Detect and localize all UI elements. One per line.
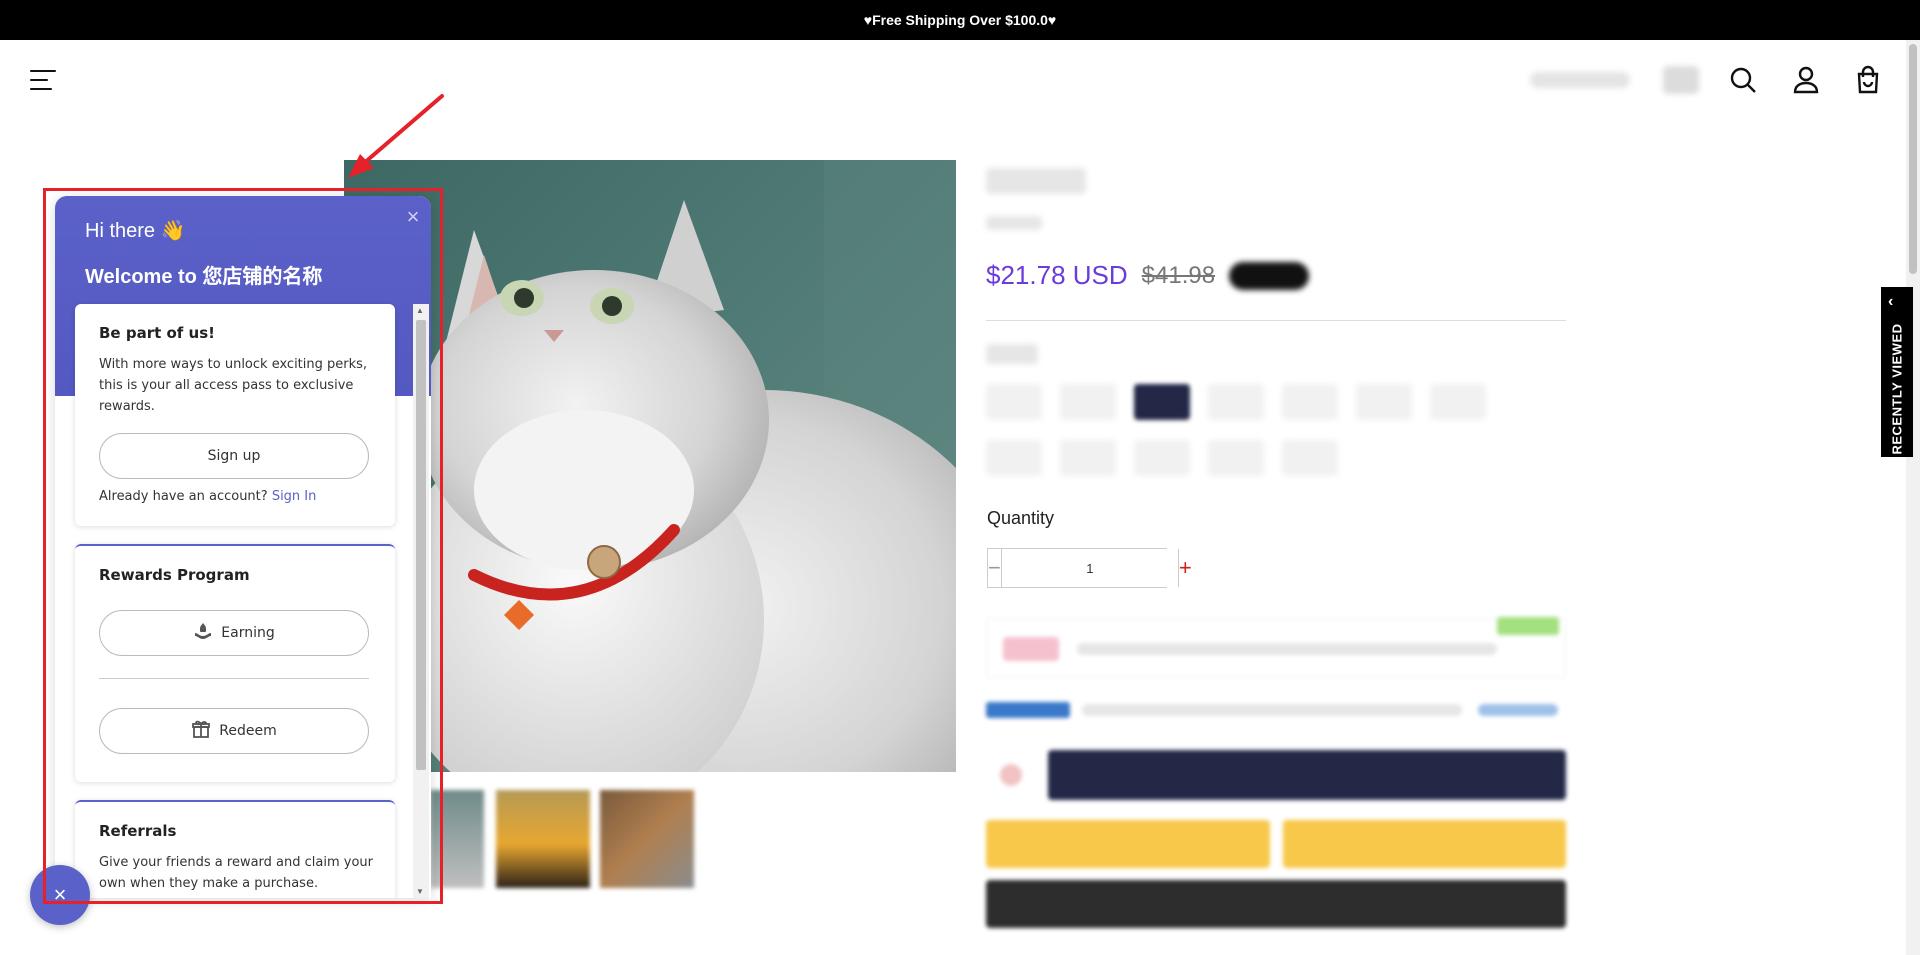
thumbnail-3[interactable] <box>600 790 694 888</box>
join-card: Be part of us! With more ways to unlock … <box>75 304 395 526</box>
thumbnail-2[interactable] <box>496 790 590 888</box>
checkout-button[interactable] <box>986 880 1566 928</box>
sign-in-link[interactable]: Sign In <box>272 489 317 504</box>
size-option[interactable] <box>1060 440 1116 476</box>
size-option[interactable] <box>1134 440 1190 476</box>
size-option[interactable] <box>986 384 1042 420</box>
account-icon[interactable] <box>1789 63 1823 97</box>
close-icon: × <box>53 882 67 907</box>
page-scrollbar[interactable] <box>1906 40 1920 955</box>
sign-in-prompt-text: Already have an account? <box>99 489 268 504</box>
size-option[interactable] <box>1208 384 1264 420</box>
widget-greeting: Hi there 👋 <box>85 220 186 242</box>
gift-icon <box>191 719 211 743</box>
price-divider <box>986 320 1566 321</box>
product-vendor <box>986 216 1042 230</box>
redeem-label: Redeem <box>219 723 277 739</box>
wishlist-button[interactable] <box>986 750 1034 800</box>
cat-photo <box>384 160 956 772</box>
size-option[interactable] <box>1282 440 1338 476</box>
join-card-description: With more ways to unlock exciting perks,… <box>99 357 368 414</box>
recently-viewed-label: RECENTLY VIEWED <box>1889 323 1905 455</box>
recently-viewed-tab[interactable]: ‹ RECENTLY VIEWED <box>1881 287 1913 457</box>
size-option[interactable] <box>1060 384 1116 420</box>
announcement-bar: ♥Free Shipping Over $100.0♥ <box>0 0 1920 40</box>
scroll-down-icon[interactable]: ▼ <box>416 887 424 896</box>
thumbnail-1[interactable] <box>430 790 484 888</box>
cart-icon[interactable] <box>1851 63 1885 97</box>
add-to-cart-button[interactable] <box>1048 750 1566 800</box>
quantity-decrease-button[interactable]: − <box>988 549 1002 587</box>
earning-icon <box>193 621 213 645</box>
size-option[interactable] <box>1282 384 1338 420</box>
rewards-widget: Hi there 👋 Welcome to 您店铺的名称 × ▲ ▼ Be pa… <box>55 196 431 898</box>
size-option[interactable] <box>1356 384 1412 420</box>
referrals-title: Referrals <box>99 822 177 840</box>
paypal-button[interactable] <box>986 820 1270 868</box>
search-icon[interactable] <box>1726 63 1760 97</box>
installment-banner <box>986 617 1566 678</box>
widget-welcome: Welcome to 您店铺的名称 <box>85 266 323 288</box>
join-card-title: Be part of us! <box>99 324 215 342</box>
paypal-pay-later <box>986 698 1566 722</box>
page-scrollbar-thumb[interactable] <box>1909 44 1917 274</box>
scroll-up-icon[interactable]: ▲ <box>416 306 424 315</box>
language-selector[interactable] <box>1663 66 1699 94</box>
referrals-description: Give your friends a reward and claim you… <box>99 855 374 891</box>
size-option[interactable] <box>1208 440 1264 476</box>
quantity-input[interactable] <box>1001 549 1178 587</box>
rewards-program-card: Rewards Program Earning Redeem <box>75 544 395 782</box>
option-label <box>986 344 1038 364</box>
sign-up-label: Sign up <box>207 448 261 464</box>
redeem-button[interactable]: Redeem <box>99 708 369 754</box>
site-header <box>0 40 1906 120</box>
chevron-left-icon: ‹ <box>1888 293 1894 310</box>
annotation-arrow-icon <box>348 94 444 178</box>
sale-badge <box>1229 261 1310 290</box>
compare-price: $41.98 <box>1141 261 1216 289</box>
sale-price: $21.78 USD <box>986 260 1128 290</box>
sign-in-prompt: Already have an account? Sign In <box>99 489 316 504</box>
pay-later-button[interactable] <box>1283 820 1566 868</box>
referrals-card: Referrals Give your friends a reward and… <box>75 800 395 898</box>
widget-scrollbar[interactable]: ▲ ▼ <box>413 304 429 898</box>
widget-close-button[interactable]: × <box>402 206 424 228</box>
size-option-selected[interactable] <box>1134 384 1190 420</box>
rewards-divider <box>99 678 369 679</box>
announcement-text: ♥Free Shipping Over $100.0♥ <box>863 12 1057 28</box>
product-main-image[interactable] <box>344 160 956 772</box>
size-option[interactable] <box>986 440 1042 476</box>
size-option[interactable] <box>1430 384 1486 420</box>
price-row: $21.78 USD $41.98 <box>986 260 1310 291</box>
quantity-label: Quantity <box>987 508 1055 528</box>
menu-icon[interactable] <box>30 70 56 90</box>
sign-up-button[interactable]: Sign up <box>99 433 369 479</box>
earning-button[interactable]: Earning <box>99 610 369 656</box>
quantity-stepper: − + <box>987 548 1192 588</box>
earning-label: Earning <box>221 625 275 641</box>
product-title <box>986 168 1086 194</box>
quantity-increase-button[interactable]: + <box>1177 549 1192 587</box>
widget-scrollbar-thumb[interactable] <box>416 320 426 770</box>
rewards-launcher-button[interactable]: × <box>30 865 90 925</box>
currency-selector[interactable] <box>1530 72 1630 88</box>
rewards-program-title: Rewards Program <box>99 566 250 584</box>
